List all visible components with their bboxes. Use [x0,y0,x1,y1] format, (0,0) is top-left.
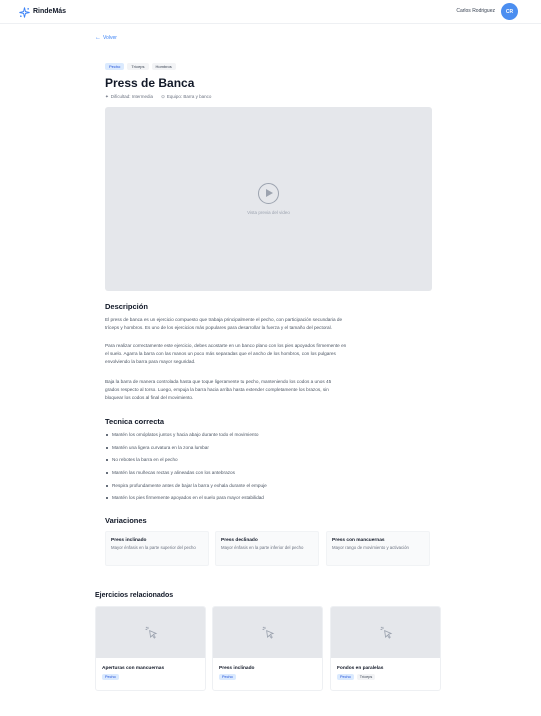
tag-pecho: Pecho [219,674,236,680]
related-tags: Pecho [102,674,205,680]
technique-heading: Tecnica correcta [105,417,165,426]
tag-triceps: Tríceps [127,63,149,70]
paragraph-line: bloquear los codos al final del movimien… [105,395,194,400]
list-item: Mantén los pies firmemente apoyados en e… [105,495,432,508]
back-link[interactable]: ← Volver [95,34,117,42]
related-name: Press inclinado [219,666,255,671]
related-exercise-card[interactable]: Press inclinado Pecho [212,606,323,691]
paragraph-line: Para realizar correctamente este ejercic… [105,343,347,348]
tag-pecho: Pecho [105,63,125,70]
equipment-info: ⊙ Equipo: Barra y banco [161,94,211,100]
list-item-text: Mantén las muñecas rectas y alineadas co… [112,470,235,476]
bullet-dot [106,497,108,500]
variation-desc: Mayor rango de movimiento y activación [332,545,409,550]
list-item: No rebotes la barra en el pecho [105,457,432,470]
bullet-dot [106,446,108,449]
description-paragraph-3: Baja la barra de manera controlada hasta… [105,378,432,402]
top-navbar: RindeMás Carlos Rodriguez CR [0,0,541,24]
list-item-text: Mantén los omóplatos juntos y hacia abaj… [112,432,259,437]
description-heading: Descripción [105,302,148,311]
variation-title: Press inclinado [111,538,147,543]
list-item: Mantén los omóplatos juntos y hacia abaj… [105,432,432,445]
cursor-click-icon [380,626,393,639]
user-avatar[interactable]: CR [501,3,518,20]
exercise-meta: ✦ Dificultad: Intermedia ⊙ Equipo: Barra y… [105,94,211,100]
related-name: Fondos en paralelas [337,666,384,671]
related-tags: Pecho [219,674,322,680]
tag-triceps: Tríceps [356,674,376,680]
related-exercise-card[interactable]: Aperturas con mancuernas Pecho [95,606,206,691]
related-thumbnail [213,607,322,658]
bullet-dot [106,472,108,475]
paragraph-line: El press de banca es un ejercicio compue… [105,317,343,322]
variation-desc: Mayor énfasis en la parte superior del p… [111,545,196,550]
related-thumbnail [96,607,205,658]
variation-title: Press declinado [221,538,258,543]
arrow-left-icon: ← [95,35,101,41]
difficulty-text: Dificultad: Intermedia [110,94,154,99]
user-name[interactable]: Carlos Rodriguez [456,7,495,15]
bullet-dot [106,459,108,462]
difficulty-icon: ✦ [105,94,109,99]
brand-logo[interactable]: RindeMás [19,6,66,18]
bullet-dot [106,484,108,487]
cursor-click-icon [262,626,275,639]
equipment-icon: ⊙ [161,94,165,99]
description-paragraph-1: El press de banca es un ejercicio compue… [105,316,432,332]
description-paragraph-2: Para realizar correctamente este ejercic… [105,342,432,366]
paragraph-line: el suelo. Agarra la barra con las manos … [105,351,336,356]
video-placeholder-label: Vista previa del video [247,210,290,215]
list-item: Respira profundamente antes de bajar la … [105,483,432,496]
equipment-text: Equipo: Barra y banco [166,94,212,99]
video-preview[interactable]: Vista previa del video [105,107,432,291]
brand-name: RindeMás [33,8,67,15]
list-item-text: Mantén los pies firmemente apoyados en e… [112,495,264,501]
difficulty-info: ✦ Dificultad: Intermedia [105,94,153,100]
list-item-text: Respira profundamente antes de bajar la … [112,482,267,488]
related-thumbnail [331,607,440,658]
paragraph-line: envolviendo la barra para mayor segurida… [105,359,196,364]
variation-card[interactable]: Press inclinado Mayor énfasis en la part… [105,531,209,566]
related-exercise-card[interactable]: Fondos en paralelas Pecho Tríceps [330,606,441,691]
cursor-click-icon [145,626,158,639]
tag-hombros: Hombros [151,63,176,70]
list-item-text: Mantén una ligera curvatura en la zona l… [112,444,209,450]
sparkle-logo-icon [19,6,30,18]
bullet-dot [106,434,108,436]
variation-desc: Mayor énfasis en la parte inferior del p… [221,545,304,550]
paragraph-line: Baja la barra de manera controlada hasta… [105,379,332,384]
tag-pecho: Pecho [337,674,354,680]
related-heading: Ejercicios relacionados [95,592,174,599]
play-icon[interactable] [258,183,279,204]
variation-card[interactable]: Press declinado Mayor énfasis en la part… [215,531,319,566]
exercise-tags: Pecho Tríceps Hombros [105,63,176,70]
paragraph-line: tríceps y hombros. Es uno de los ejercic… [105,325,332,330]
related-name: Aperturas con mancuernas [102,666,165,671]
variation-card[interactable]: Press con mancuernas Mayor rango de movi… [326,531,430,566]
technique-list: Mantén los omóplatos juntos y hacia abaj… [105,432,432,508]
paragraph-line: grados respecto al torso. Luego, empuja … [105,387,329,392]
list-item: Mantén las muñecas rectas y alineadas co… [105,470,432,483]
list-item: Mantén una ligera curvatura en la zona l… [105,445,432,458]
variations-heading: Variaciones [105,516,147,525]
list-item-text: No rebotes la barra en el pecho [112,457,178,463]
variation-title: Press con mancuernas [332,538,385,543]
related-tags: Pecho Tríceps [337,674,440,680]
back-label: Volver [103,35,117,41]
page-title: Press de Banca [105,76,195,90]
tag-pecho: Pecho [102,674,119,680]
